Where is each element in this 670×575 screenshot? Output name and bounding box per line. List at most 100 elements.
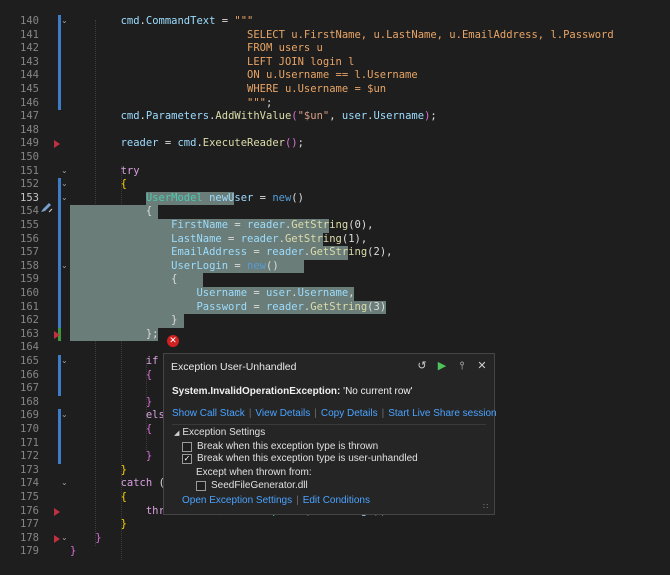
line-number: 144 (20, 69, 39, 82)
exception-message: System.InvalidOperationException: 'No cu… (172, 386, 413, 397)
divider (172, 424, 486, 425)
code-line[interactable]: 152 { (0, 178, 670, 192)
line-number: 178 (20, 531, 39, 544)
code-line[interactable]: 178 } (0, 532, 670, 546)
code-text: } (120, 518, 127, 531)
module-checkbox[interactable] (196, 480, 206, 491)
code-text: cmd.CommandText = """ (120, 15, 254, 27)
breakpoint-arrow-icon[interactable] (54, 507, 60, 516)
line-number: 152 (20, 178, 39, 191)
code-line[interactable]: 154 { (0, 205, 670, 219)
line-number: 177 (20, 518, 39, 531)
code-text: if (145, 355, 159, 367)
exception-settings-header[interactable]: ◢ Exception Settings (174, 427, 265, 438)
fold-toggle-icon[interactable]: ⌄ (61, 411, 69, 419)
live-share-link[interactable]: Start Live Share session (388, 408, 496, 419)
code-line[interactable]: 179} (0, 545, 670, 559)
line-number: 155 (20, 219, 39, 231)
change-indicator (58, 436, 61, 451)
fold-toggle-icon[interactable]: ⌄ (61, 166, 69, 175)
break-when-unhandled-option[interactable]: ✓ Break when this exception type is user… (182, 453, 418, 464)
breakpoint-arrow-icon[interactable] (54, 330, 60, 339)
code-line[interactable]: 155 FirstName = reader.GetString(0), (0, 219, 670, 233)
quick-actions-icon[interactable] (40, 198, 53, 213)
code-text: } (70, 545, 77, 558)
close-icon[interactable]: ✕ (476, 359, 488, 373)
code-line[interactable]: 163 }; (0, 327, 670, 342)
fold-toggle-icon[interactable]: ⌄ (61, 17, 69, 25)
line-number: 173 (20, 463, 39, 476)
change-indicator (58, 450, 61, 464)
code-line[interactable]: 149 reader = cmd.ExecuteReader(); (0, 137, 670, 151)
break-when-thrown-checkbox[interactable] (182, 441, 192, 452)
line-number: 162 (20, 314, 39, 327)
code-line[interactable]: 145 WHERE u.Username = $un (0, 83, 670, 97)
play-icon[interactable]: ▶ (436, 359, 448, 373)
change-indicator (58, 42, 61, 56)
code-line[interactable]: 148 (0, 124, 670, 138)
resize-grip-icon[interactable]: ∷ (483, 503, 491, 511)
code-line[interactable]: 140 cmd.CommandText = """ (0, 15, 670, 29)
breakpoint-arrow-icon[interactable] (54, 140, 60, 149)
code-text: catch ( (120, 477, 165, 490)
code-line[interactable]: 160 Username = user.Username, (0, 287, 670, 301)
code-line[interactable]: 142 FROM users u (0, 42, 670, 56)
code-line[interactable]: 141 SELECT u.FirstName, u.LastName, u.Em… (0, 28, 670, 43)
line-number: 179 (20, 545, 39, 558)
code-line[interactable]: 158 UserLogin = new() (0, 259, 670, 274)
code-text: Password = reader.GetString(3) (196, 300, 387, 313)
fold-toggle-icon[interactable]: ⌄ (61, 533, 69, 542)
line-number: 165 (20, 355, 39, 367)
line-number: 142 (20, 42, 39, 55)
code-line[interactable]: 150 (0, 151, 670, 165)
module-exception-option[interactable]: SeedFileGenerator.dll (196, 480, 308, 491)
copy-details-link[interactable]: Copy Details (321, 408, 378, 419)
code-text: cmd.Parameters.AddWithValue("$un", user.… (120, 110, 437, 123)
change-indicator (58, 382, 61, 396)
break-when-unhandled-checkbox[interactable]: ✓ (182, 453, 192, 464)
fold-toggle-icon[interactable]: ⌄ (61, 357, 69, 365)
code-line[interactable]: 162 } (0, 314, 670, 328)
code-line[interactable]: 177 } (0, 518, 670, 532)
code-line[interactable]: 146 """; (0, 96, 670, 111)
code-line[interactable]: 159 { (0, 273, 670, 287)
line-number: 176 (20, 504, 39, 517)
code-line[interactable]: 156 LastName = reader.GetString(1), (0, 232, 670, 247)
view-details-link[interactable]: View Details (255, 408, 310, 419)
fold-toggle-icon[interactable]: ⌄ (61, 193, 69, 202)
breakpoint-arrow-icon[interactable] (54, 534, 60, 543)
show-call-stack-link[interactable]: Show Call Stack (172, 408, 245, 419)
line-number: 164 (20, 341, 39, 354)
code-line[interactable]: 147 cmd.Parameters.AddWithValue("$un", u… (0, 110, 670, 124)
code-line[interactable]: 157 EmailAddress = reader.GetString(2), (0, 246, 670, 260)
code-line[interactable]: 144 ON u.Username == l.Username (0, 69, 670, 83)
fold-toggle-icon[interactable]: ⌄ (61, 261, 69, 270)
code-line[interactable]: 161 Password = reader.GetString(3) (0, 300, 670, 315)
code-text: { (145, 205, 153, 218)
line-number: 146 (20, 96, 39, 109)
history-icon[interactable]: ↺ (416, 359, 428, 373)
exception-popup-title: Exception User-Unhandled (171, 361, 297, 373)
pin-icon[interactable]: ⫯ (456, 359, 468, 373)
edit-conditions-link[interactable]: Edit Conditions (303, 495, 370, 506)
break-when-thrown-option[interactable]: Break when this exception type is thrown (182, 441, 378, 452)
code-text: WHERE u.Username = $un (247, 83, 387, 95)
fold-toggle-icon[interactable]: ⌄ (61, 479, 69, 487)
code-text: """; (247, 96, 273, 109)
error-icon[interactable]: ✕ (167, 335, 179, 347)
open-exception-settings-link[interactable]: Open Exception Settings (182, 495, 292, 506)
line-number: 159 (20, 273, 39, 286)
exception-helper-popup: Exception User-Unhandled ↺ ▶ ⫯ ✕ System.… (163, 353, 497, 515)
code-line[interactable]: 143 LEFT JOIN login l (0, 55, 670, 70)
code-line[interactable]: 153 UserModel newUser = new() (0, 191, 670, 206)
code-line[interactable]: 151 try (0, 165, 670, 179)
exception-actions: Show Call Stack | View Details | Copy Detail… (172, 408, 497, 419)
change-indicator (58, 96, 61, 111)
change-indicator (58, 300, 61, 315)
line-number: 145 (20, 83, 39, 95)
except-when-label: Except when thrown from: (196, 467, 312, 478)
line-number: 143 (20, 55, 39, 68)
code-text: FROM users u (247, 42, 323, 55)
line-number: 147 (20, 110, 39, 123)
fold-toggle-icon[interactable]: ⌄ (61, 180, 69, 188)
